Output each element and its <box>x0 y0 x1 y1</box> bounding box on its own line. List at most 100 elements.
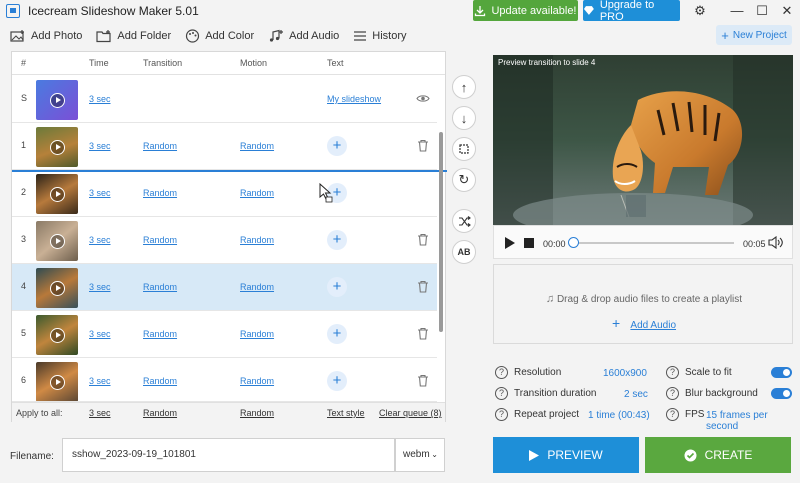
rotate-button[interactable]: ↻ <box>452 168 476 192</box>
transition-link[interactable]: Random <box>143 235 177 245</box>
history-button[interactable]: History <box>353 30 407 42</box>
text-style-link[interactable]: Text style <box>327 408 365 418</box>
fps-value[interactable]: 15 frames per second <box>706 410 800 432</box>
add-text-button[interactable]: + <box>327 371 347 391</box>
play-icon[interactable] <box>50 140 65 155</box>
motion-link[interactable]: Random <box>240 141 274 151</box>
maximize-button[interactable]: ☐ <box>750 0 774 21</box>
move-up-button[interactable]: ↑ <box>452 75 476 99</box>
transition-link[interactable]: Random <box>143 329 177 339</box>
motion-link[interactable]: Random <box>240 329 274 339</box>
play-icon[interactable] <box>50 234 65 249</box>
trash-icon[interactable] <box>417 233 429 246</box>
slide-thumbnail[interactable] <box>36 362 78 401</box>
transition-link[interactable]: Random <box>143 188 177 198</box>
clear-queue-link[interactable]: Clear queue (8) <box>379 408 442 418</box>
trash-icon[interactable] <box>417 139 429 152</box>
play-icon[interactable] <box>50 93 65 108</box>
add-folder-button[interactable]: Add Folder <box>96 29 171 43</box>
create-button[interactable]: CREATE <box>645 437 791 473</box>
preview-button[interactable]: PREVIEW <box>493 437 639 473</box>
help-icon[interactable]: ? <box>495 408 508 421</box>
add-text-button[interactable]: + <box>327 277 347 297</box>
add-photo-button[interactable]: Add Photo <box>10 29 82 43</box>
time-link[interactable]: 3 sec <box>89 141 111 151</box>
time-link[interactable]: 3 sec <box>89 329 111 339</box>
table-row[interactable]: 1 3 sec Random Random + <box>12 123 437 170</box>
close-button[interactable]: ✕ <box>775 0 799 21</box>
list-scrollbar[interactable] <box>439 132 443 332</box>
transition-duration-value[interactable]: 2 sec <box>624 389 648 400</box>
sort-ab-button[interactable]: AB <box>452 240 476 264</box>
play-icon[interactable] <box>50 375 65 390</box>
apply-motion-link[interactable]: Random <box>240 408 274 418</box>
audio-drop-area[interactable]: ♫ Drag & drop audio files to create a pl… <box>493 264 793 344</box>
slide-thumbnail[interactable] <box>36 80 78 120</box>
time-link[interactable]: 3 sec <box>89 94 111 104</box>
table-row[interactable]: 5 3 sec Random Random + <box>12 311 437 358</box>
trash-icon[interactable] <box>417 374 429 387</box>
help-icon[interactable]: ? <box>495 366 508 379</box>
table-row[interactable]: S 3 sec My slideshow <box>12 76 437 123</box>
apply-time-link[interactable]: 3 sec <box>89 408 111 418</box>
motion-link[interactable]: Random <box>240 376 274 386</box>
add-text-button[interactable]: + <box>327 136 347 156</box>
help-icon[interactable]: ? <box>666 408 679 421</box>
new-project-button[interactable]: + New Project <box>716 25 792 45</box>
scale-to-fit-toggle[interactable] <box>771 367 792 378</box>
slide-text-link[interactable]: My slideshow <box>327 94 381 104</box>
slide-thumbnail[interactable] <box>36 174 78 214</box>
apply-transition-link[interactable]: Random <box>143 408 177 418</box>
crop-button[interactable] <box>452 137 476 161</box>
table-row[interactable]: 4 3 sec Random Random + <box>12 264 437 311</box>
help-icon[interactable]: ? <box>666 387 679 400</box>
repeat-project-value[interactable]: 1 time (00:43) <box>588 410 650 421</box>
seek-bar[interactable] <box>574 242 734 244</box>
upgrade-to-pro-button[interactable]: Upgrade to PRO <box>583 0 680 23</box>
help-icon[interactable]: ? <box>495 387 508 400</box>
slide-thumbnail[interactable] <box>36 221 78 261</box>
trash-icon[interactable] <box>417 327 429 340</box>
eye-icon[interactable] <box>416 94 430 103</box>
add-audio-link[interactable]: Add Audio <box>630 320 676 331</box>
play-icon[interactable] <box>504 237 515 249</box>
update-available-button[interactable]: Update available! <box>473 0 578 21</box>
add-color-button[interactable]: Add Color <box>185 29 254 43</box>
add-text-button[interactable]: + <box>327 324 347 344</box>
volume-icon[interactable] <box>768 236 784 249</box>
motion-link[interactable]: Random <box>240 282 274 292</box>
format-select[interactable]: webm ⌄ <box>395 438 445 472</box>
add-text-button[interactable]: + <box>327 230 347 250</box>
transition-link[interactable]: Random <box>143 141 177 151</box>
table-row[interactable]: 2 3 sec Random Random + <box>12 170 437 217</box>
move-down-button[interactable]: ↓ <box>452 106 476 130</box>
stop-icon[interactable] <box>524 238 534 248</box>
transition-link[interactable]: Random <box>143 376 177 386</box>
play-icon[interactable] <box>50 187 65 202</box>
motion-link[interactable]: Random <box>240 235 274 245</box>
blur-background-toggle[interactable] <box>771 388 792 399</box>
slide-thumbnail[interactable] <box>36 268 78 308</box>
help-icon[interactable]: ? <box>666 366 679 379</box>
time-link[interactable]: 3 sec <box>89 282 111 292</box>
slide-thumbnail[interactable] <box>36 127 78 167</box>
motion-link[interactable]: Random <box>240 188 274 198</box>
table-row[interactable]: 6 3 sec Random Random + <box>12 358 437 402</box>
time-link[interactable]: 3 sec <box>89 188 111 198</box>
minimize-button[interactable]: — <box>725 0 749 21</box>
time-link[interactable]: 3 sec <box>89 376 111 386</box>
play-icon[interactable] <box>50 281 65 296</box>
time-link[interactable]: 3 sec <box>89 235 111 245</box>
table-row[interactable]: 3 3 sec Random Random + <box>12 217 437 264</box>
add-audio-toolbar-button[interactable]: Add Audio <box>268 29 339 43</box>
play-icon[interactable] <box>50 328 65 343</box>
col-header-text: Text <box>327 58 344 68</box>
settings-gear-icon[interactable]: ⚙ <box>688 0 712 21</box>
seek-handle[interactable] <box>568 237 579 248</box>
slide-thumbnail[interactable] <box>36 315 78 355</box>
shuffle-button[interactable] <box>452 209 476 233</box>
filename-input[interactable]: sshow_2023-09-19_101801 <box>62 438 395 472</box>
resolution-value[interactable]: 1600x900 <box>603 368 647 379</box>
transition-link[interactable]: Random <box>143 282 177 292</box>
trash-icon[interactable] <box>417 280 429 293</box>
